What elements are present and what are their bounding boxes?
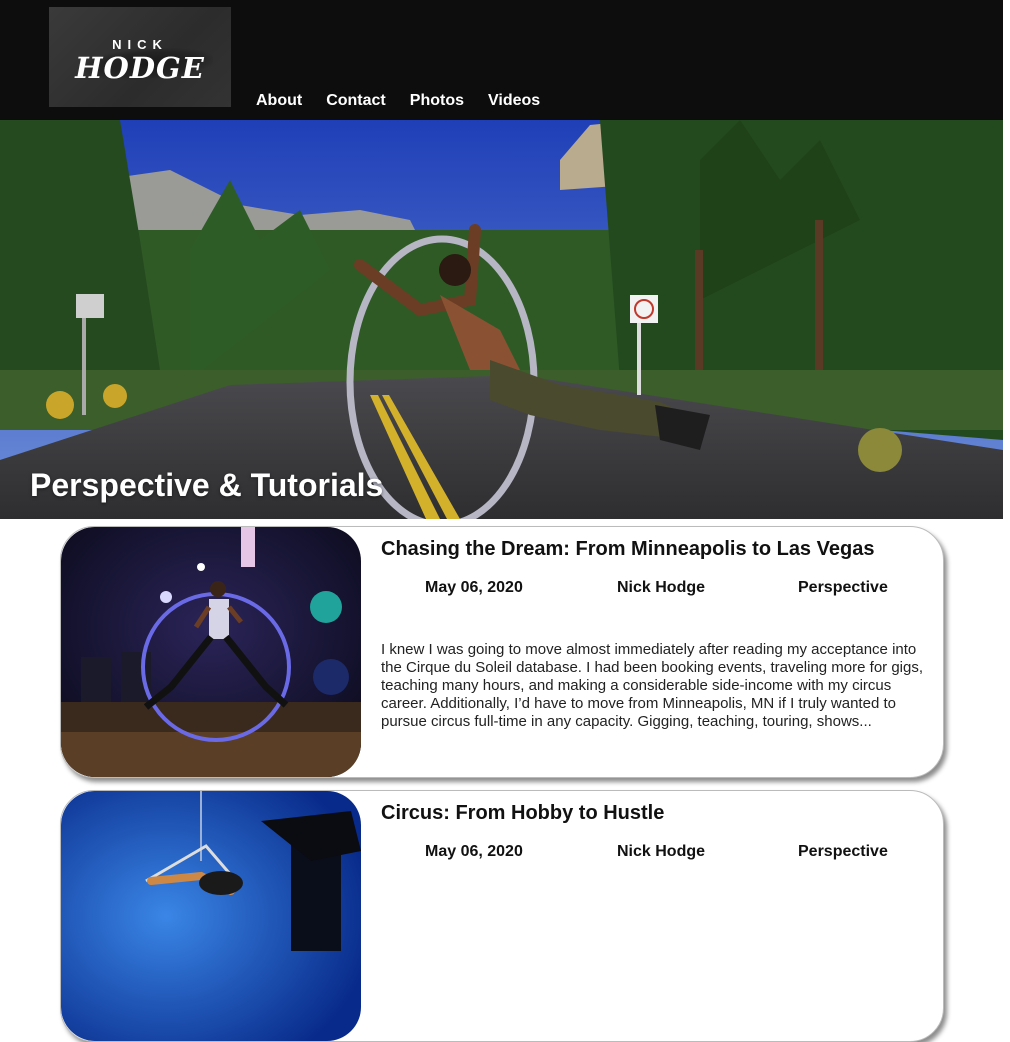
nav-photos[interactable]: Photos xyxy=(410,92,464,110)
post-title[interactable]: Circus: From Hobby to Hustle xyxy=(381,802,664,825)
site-logo[interactable]: NICK HODGE xyxy=(49,7,231,107)
hero-title: Perspective & Tutorials xyxy=(30,467,384,503)
post-title[interactable]: Chasing the Dream: From Minneapolis to L… xyxy=(381,538,874,561)
post-category[interactable]: Perspective xyxy=(798,579,888,597)
nav-contact[interactable]: Contact xyxy=(326,92,386,110)
post-category[interactable]: Perspective xyxy=(798,843,888,861)
post-thumbnail[interactable] xyxy=(61,791,361,1041)
hero-photo xyxy=(0,120,1003,519)
post-date: May 06, 2020 xyxy=(425,579,523,596)
nav-about[interactable]: About xyxy=(256,92,302,110)
main-nav: About Contact Photos Videos xyxy=(244,92,552,110)
nav-videos[interactable]: Videos xyxy=(488,92,540,110)
post-photo xyxy=(61,791,361,1041)
hero-banner: Perspective & Tutorials xyxy=(0,120,1003,519)
logo-text-nick: NICK xyxy=(112,37,168,52)
post-thumbnail[interactable] xyxy=(61,527,361,777)
post-card[interactable]: Circus: From Hobby to Hustle May 06, 202… xyxy=(60,790,944,1042)
post-excerpt: I knew I was going to move almost immedi… xyxy=(381,641,924,730)
post-author[interactable]: Nick Hodge xyxy=(617,579,705,597)
post-date: May 06, 2020 xyxy=(425,843,523,860)
site-header: NICK HODGE About Contact Photos Videos xyxy=(0,0,1003,120)
post-author[interactable]: Nick Hodge xyxy=(617,843,705,861)
logo-text-hodge: HODGE xyxy=(75,51,205,85)
post-photo xyxy=(61,527,361,777)
post-card[interactable]: Chasing the Dream: From Minneapolis to L… xyxy=(60,526,944,778)
